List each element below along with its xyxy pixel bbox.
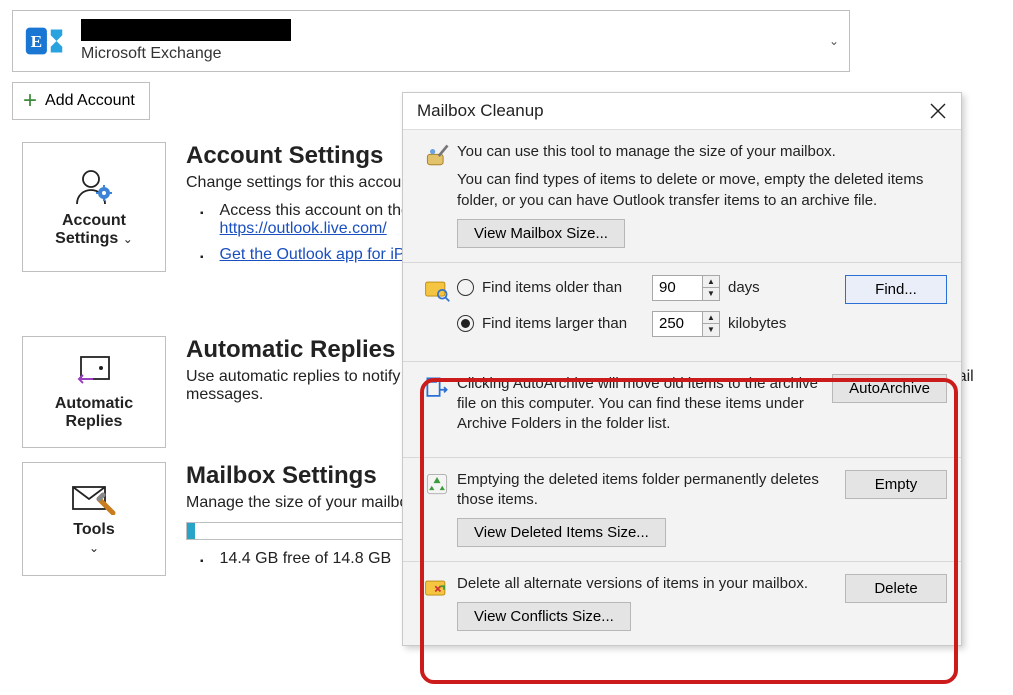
automatic-replies-tile[interactable]: Automatic Replies [22,336,166,448]
archive-text: Clicking AutoArchive will move old items… [457,374,835,435]
tools-tile[interactable]: Tools⌄ [22,462,166,576]
spinner-down-icon[interactable]: ▼ [703,324,719,336]
larger-than-input[interactable] [652,311,702,337]
radio-older-than-label: Find items older than [482,279,652,296]
archive-icon [417,374,457,443]
recycle-icon [417,470,457,548]
dialog-title: Mailbox Cleanup [417,101,544,121]
spinner-up-icon[interactable]: ▲ [703,276,719,288]
delete-button[interactable]: Delete [845,574,947,603]
account-row[interactable]: E Microsoft Exchange ⌄ [12,10,850,72]
search-folder-icon [417,275,457,347]
view-deleted-size-button[interactable]: View Deleted Items Size... [457,518,666,547]
empty-button[interactable]: Empty [845,470,947,499]
account-subtitle: Microsoft Exchange [81,45,291,63]
close-icon[interactable] [929,102,947,120]
spinner-down-icon[interactable]: ▼ [703,288,719,300]
view-mailbox-size-button[interactable]: View Mailbox Size... [457,219,625,248]
chevron-down-icon: ⌄ [123,232,133,246]
dialog-intro-2: You can find types of items to delete or… [457,170,947,211]
broom-icon [417,142,457,248]
dialog-intro-1: You can use this tool to manage the size… [457,142,947,162]
add-account-button[interactable]: + Add Account [12,82,150,120]
larger-than-unit: kilobytes [728,315,786,332]
conflicts-text: Delete all alternate versions of items i… [457,574,835,594]
autoarchive-button[interactable]: AutoArchive [832,374,947,403]
older-than-unit: days [728,279,760,296]
spinner-up-icon[interactable]: ▲ [703,312,719,324]
account-name-redacted [81,19,291,41]
mailbox-cleanup-dialog: Mailbox Cleanup You can use this tool to… [402,92,962,646]
account-settings-tile[interactable]: Account Settings ⌄ [22,142,166,272]
find-button[interactable]: Find... [845,275,947,304]
radio-older-than[interactable] [457,279,474,296]
plus-icon: + [23,89,37,113]
svg-text:E: E [31,32,43,51]
outlook-live-link[interactable]: https://outlook.live.com/ [220,220,387,237]
radio-larger-than[interactable] [457,315,474,332]
radio-larger-than-label: Find items larger than [482,315,652,332]
view-conflicts-size-button[interactable]: View Conflicts Size... [457,602,631,631]
exchange-icon: E [17,13,73,69]
add-account-label: Add Account [45,92,135,110]
autoreply-icon [71,353,117,389]
conflicts-folder-icon [417,574,457,631]
deleted-text: Emptying the deleted items folder perman… [457,470,835,511]
chevron-down-icon: ⌄ [89,541,99,555]
user-gear-icon [71,166,117,206]
chevron-down-icon[interactable]: ⌄ [829,34,839,48]
older-than-input[interactable] [652,275,702,301]
tools-icon [69,481,119,515]
